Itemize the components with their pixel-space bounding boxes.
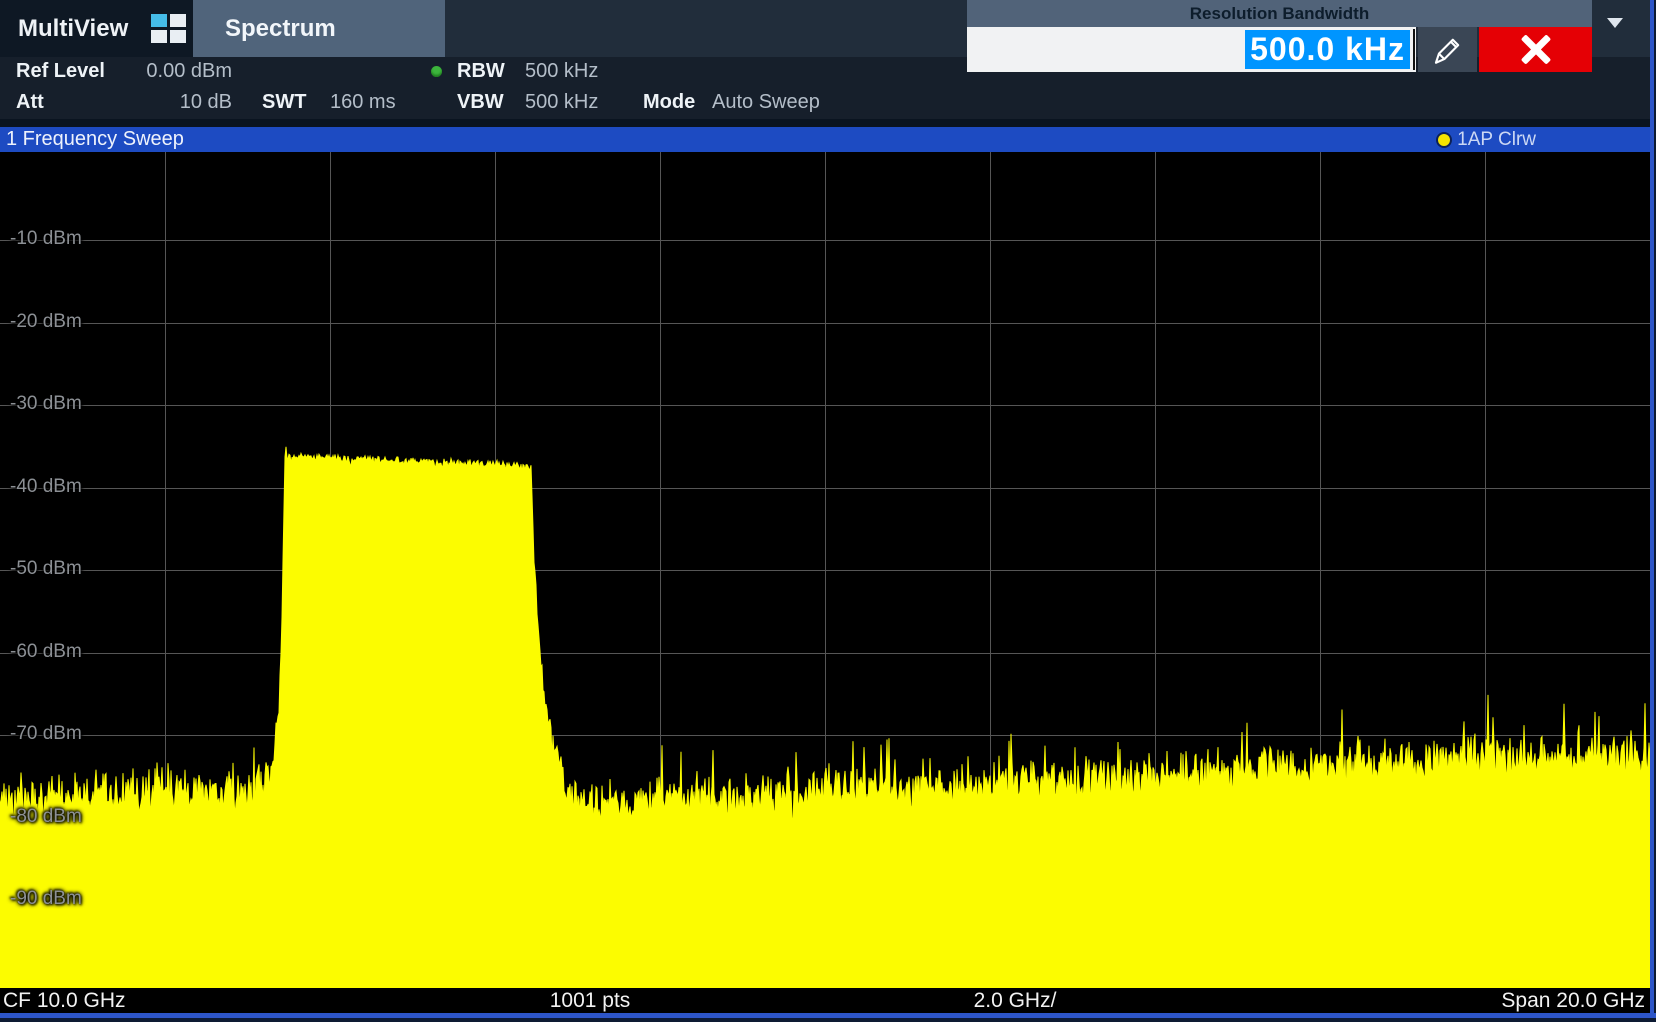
measurement-window-header: 1 Frequency Sweep 1AP Clrw [0, 127, 1656, 152]
mode-value[interactable]: Auto Sweep [712, 91, 820, 114]
y-axis-tick-label: -60 dBm [10, 641, 82, 663]
trace-color-dot-icon [1438, 134, 1450, 146]
y-axis-tick-label: -20 dBm [10, 311, 82, 333]
trace-legend[interactable]: 1AP Clrw [1438, 127, 1536, 152]
text-caret [1413, 29, 1415, 70]
ref-level-label[interactable]: Ref Level [16, 60, 105, 83]
y-axis-tick-label: -30 dBm [10, 393, 82, 415]
y-axis-tick-label: -80 dBm [10, 806, 82, 828]
tab-spectrum[interactable]: Spectrum [193, 0, 445, 57]
plot-area[interactable]: -10 dBm -20 dBm -30 dBm -40 dBm -50 dBm -60 d… [0, 152, 1650, 988]
att-value[interactable]: 10 dB [120, 91, 232, 114]
resolution-bandwidth-popup: Resolution Bandwidth 500.0 kHz [967, 0, 1592, 72]
rbw-input-selected-text[interactable]: 500.0 kHz [1245, 30, 1410, 69]
spectrum-analyzer-window: MultiView Spectrum Ref Level 0.00 dBm RB… [0, 0, 1656, 1022]
popup-title: Resolution Bandwidth [967, 0, 1592, 27]
chevron-down-icon[interactable] [1607, 18, 1623, 28]
vbw-label[interactable]: VBW [457, 91, 504, 114]
span-readout[interactable]: Span 20.0 GHz [1501, 988, 1645, 1013]
rbw-status-led-icon [431, 66, 442, 77]
close-button[interactable] [1479, 27, 1592, 72]
mode-label[interactable]: Mode [643, 91, 695, 114]
tab-multiview[interactable]: MultiView [0, 0, 168, 57]
rbw-input[interactable]: 500.0 kHz [967, 27, 1416, 72]
center-frequency-readout[interactable]: CF 10.0 GHz [3, 988, 126, 1013]
swt-value[interactable]: 160 ms [330, 91, 396, 114]
edit-button[interactable] [1418, 27, 1477, 72]
att-label[interactable]: Att [16, 91, 44, 114]
ref-level-value[interactable]: 0.00 dBm [120, 60, 232, 83]
y-axis-tick-label: -90 dBm [10, 888, 82, 910]
y-axis-tick-label: -70 dBm [10, 723, 82, 745]
y-axis-tick-label: -40 dBm [10, 476, 82, 498]
y-axis-tick-label: -50 dBm [10, 558, 82, 580]
pencil-icon [1431, 33, 1465, 67]
sweep-points-readout[interactable]: 1001 pts [550, 988, 631, 1013]
rbw-value[interactable]: 500 kHz [525, 60, 598, 83]
scale-per-division-readout[interactable]: 2.0 GHz/ [974, 988, 1057, 1013]
spectrum-trace [0, 447, 1650, 988]
y-axis-tick-label: -10 dBm [10, 228, 82, 250]
divider-strip [0, 119, 1656, 127]
footer-readout-bar: CF 10.0 GHz 1001 pts 2.0 GHz/ Span 20.0 … [0, 988, 1656, 1013]
rbw-label[interactable]: RBW [457, 60, 505, 83]
multiview-grid-icon[interactable] [151, 14, 186, 43]
trace-legend-label: 1AP Clrw [1457, 129, 1536, 151]
swt-label[interactable]: SWT [262, 91, 306, 114]
window-title: 1 Frequency Sweep [6, 127, 184, 152]
vbw-value[interactable]: 500 kHz [525, 91, 598, 114]
